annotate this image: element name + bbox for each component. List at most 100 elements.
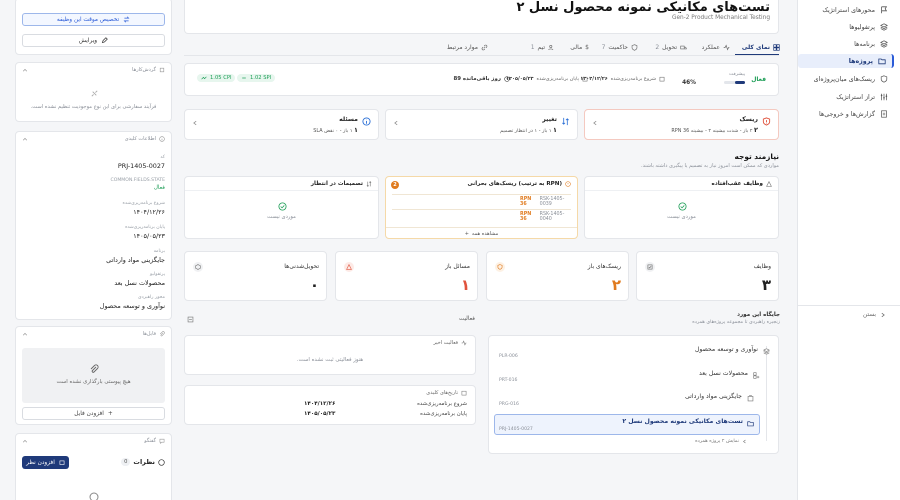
sidebar-item-projects[interactable]: پروژه‌ها [798, 54, 894, 68]
sidebar-item-label: ریسک‌های میان‌پروژه‌ای [813, 75, 875, 83]
sidebar-item-programs[interactable]: برنامه‌ها [798, 37, 894, 51]
chevron-up-icon[interactable] [22, 136, 28, 142]
check-circle-icon [278, 202, 287, 211]
chevron-right-icon [880, 312, 886, 318]
layers-icon [880, 40, 888, 48]
truck-icon [680, 44, 687, 51]
state-label: COMMON.FIELDS.STATE [110, 178, 166, 183]
loading-icon [89, 492, 99, 500]
portfolio-value[interactable]: محصولات نسل بعد [114, 279, 165, 287]
tab-related[interactable]: موارد مرتبط [447, 41, 488, 53]
recent-activity-card: فعالیت اخیر هنوز فعالیتی ثبت نشده است. [184, 335, 476, 375]
deliverables-count-card[interactable]: تحویل‌شدنی‌ها ۰ [184, 251, 327, 301]
count-value: ۱ [460, 276, 470, 294]
stack-icon [747, 395, 754, 402]
activity-title: فعالیت [459, 316, 475, 322]
hierarchy-node-name[interactable]: جایگزینی مواد وارداتی [685, 393, 742, 400]
tab-delivery[interactable]: تحویل 2 [655, 41, 687, 53]
tasks-count-card[interactable]: وظایف ۳ [636, 251, 779, 301]
link-icon [481, 44, 488, 51]
swap-icon [561, 117, 570, 126]
tab-team[interactable]: تیم 1 [531, 41, 555, 53]
tree-line [766, 346, 767, 441]
tab-overview[interactable]: نمای کلی [742, 41, 780, 53]
end-label: پایان برنامه‌ریزی‌شده [125, 225, 165, 230]
assign-temporarily-button[interactable]: تخصیص موقت این وظیفه [22, 13, 165, 26]
chevron-up-icon[interactable] [22, 67, 28, 73]
card-title: وظایف عقب‌افتاده [712, 181, 772, 187]
change-kpi-card[interactable]: تغییر ۱ ۱ باز - ۱ در انتظار تصمیم [385, 109, 578, 140]
chevron-up-icon[interactable] [22, 331, 28, 337]
current-hierarchy-node[interactable]: تست‌های مکانیکی نمونه محصول نسل ۲ PRJ-14… [494, 414, 760, 435]
chat-icon [159, 438, 165, 444]
tab-count: 2 [655, 43, 660, 51]
paperclip-icon [159, 331, 165, 337]
sidebar-item-label: پروژه‌ها [848, 57, 873, 65]
risk-kpi-card[interactable]: ریسک ۲ ۲ باز - شدت بیشینه ۴ - بیشینه RPN… [584, 109, 779, 140]
sidebar-item-strategic-axes[interactable]: محورهای استراتژیک [798, 3, 894, 17]
tab-governance[interactable]: حاکمیت 7 [602, 41, 638, 53]
code-label: کد [160, 155, 165, 160]
count-title: وظایف [753, 263, 771, 270]
info-icon [362, 117, 371, 126]
axis-value[interactable]: نوآوری و توسعه محصول [100, 302, 165, 310]
divider [585, 190, 778, 191]
count-title: تحویل‌شدنی‌ها [284, 263, 319, 270]
start-label: شروع برنامه‌ریزی‌شده [122, 201, 165, 206]
card-title: تصمیمات در انتظار [311, 181, 372, 187]
start-value: ۱۴۰۴/۱۲/۲۶ [304, 401, 336, 407]
empty-text: موردی نیست [667, 214, 696, 220]
files-empty-text: هیچ پیوستی بارگذاری نشده است [56, 379, 131, 385]
risk-code: RSK-1405-0040 [539, 211, 565, 222]
risk-row[interactable]: RSK-1405-0039 RPN 36 [392, 194, 571, 208]
program-label: برنامه [153, 249, 165, 254]
add-file-button[interactable]: + افزودن فایل [22, 407, 165, 420]
pulse-icon [461, 340, 467, 346]
file-dropzone[interactable]: هیچ پیوستی بارگذاری نشده است [22, 348, 165, 403]
empty-text: هنوز فعالیتی ثبت نشده است. [296, 357, 364, 363]
add-comment-button[interactable]: افزودن نظر [22, 456, 69, 469]
hierarchy-node-code: PRT-016 [499, 378, 518, 383]
hierarchy-node-code: PRG-016 [499, 402, 519, 407]
sidebar-item-cross-project-risks[interactable]: ریسک‌های میان‌پروژه‌ای [798, 72, 894, 86]
page-subtitle: Gen-2 Product Mechanical Testing [671, 15, 770, 21]
program-value[interactable]: جایگزینی مواد وارداتی [106, 256, 165, 264]
card-title: ریسک‌های بحرانی (به ترتیب RPN) [467, 181, 571, 187]
tab-finance[interactable]: $ مالی [570, 41, 589, 53]
sidebar-item-portfolios[interactable]: پرتفولیوها [798, 20, 894, 34]
remaining-days: 89 روز باقی‌مانده [453, 76, 510, 82]
sidebar-item-strategic-alignment[interactable]: تراز استراتژیک [798, 90, 894, 104]
sort-icon [366, 181, 372, 187]
sidebar-item-label: محورهای استراتژیک [822, 6, 875, 14]
paperclip-icon [89, 364, 99, 374]
plus-icon: + [107, 410, 113, 417]
alert-shield-icon [762, 117, 771, 126]
tab-count: 1 [530, 43, 535, 51]
workflow-empty-text: فرآیند سفارشی برای این نوع موجودیت تنظیم… [30, 104, 157, 110]
sidebar-item-reports[interactable]: گزارش‌ها و خروجی‌ها [798, 107, 894, 121]
risk-row[interactable]: RSK-1405-0040 RPN 36 [392, 209, 571, 223]
spi-badge: 1.02 SPI [237, 74, 276, 83]
start-date: شروع برنامه‌ریزی‌شده ۱۴۰۴/۱۲/۲۶ [580, 76, 665, 82]
issue-kpi-card[interactable]: مسئله ۱ ۱ باز - ۰ نقض SLA [184, 109, 379, 140]
tab-performance[interactable]: عملکرد [702, 41, 730, 53]
count-value: ۲ [611, 276, 621, 294]
collapse-sidebar-button[interactable]: بستن [863, 312, 886, 318]
cpi-badge: 1.05 CPI [197, 74, 236, 83]
open-issues-count-card[interactable]: مسائل باز ۱ [335, 251, 478, 301]
start-label: شروع برنامه‌ریزی‌شده [417, 401, 467, 407]
card-title: فعالیت اخیر [433, 340, 467, 346]
show-siblings-button[interactable]: نمایش ۲ پروژه همرده [695, 439, 747, 444]
activity-icon [187, 316, 194, 323]
hierarchy-node-name[interactable]: نوآوری و توسعه محصول [695, 346, 758, 353]
hierarchy-node-code: PLR-006 [499, 354, 518, 359]
chevron-up-icon[interactable] [22, 438, 28, 444]
risk-rpn: RPN 36 [520, 196, 532, 207]
dash-icon [241, 75, 247, 81]
edit-button[interactable]: ویرایش [22, 34, 165, 47]
attention-subtitle: مواردی که ممکن است امروز نیاز به تصمیم ی… [641, 163, 779, 169]
open-risks-count-card[interactable]: ریسک‌های باز ۲ [486, 251, 629, 301]
view-all-risks-link[interactable]: مشاهده همه + [386, 227, 577, 237]
hierarchy-node-name[interactable]: محصولات نسل بعد [699, 370, 748, 377]
chat-icon [158, 458, 165, 466]
